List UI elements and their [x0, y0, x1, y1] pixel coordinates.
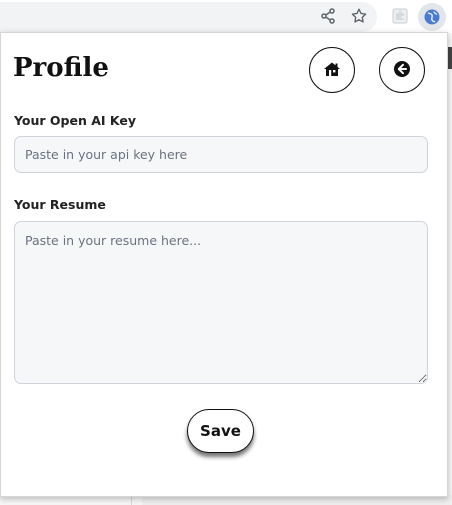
save-button[interactable]: Save	[187, 409, 254, 453]
page-title: Profile	[13, 53, 109, 83]
resume-textarea[interactable]	[14, 221, 428, 384]
globe-extension-icon[interactable]	[418, 3, 446, 31]
profile-popup: Profile Your Open AI Key Your Resume Sav…	[0, 32, 448, 497]
home-button[interactable]	[309, 47, 355, 93]
house-icon	[323, 61, 341, 80]
back-button[interactable]	[379, 47, 425, 93]
arrow-left-circle-icon	[393, 60, 411, 81]
api-key-input[interactable]	[14, 136, 428, 173]
puzzle-extension-icon[interactable]	[390, 6, 410, 26]
share-icon[interactable]	[318, 6, 338, 26]
browser-toolbar	[0, 0, 452, 33]
star-icon[interactable]	[349, 6, 369, 26]
resume-label: Your Resume	[14, 197, 106, 212]
api-key-label: Your Open AI Key	[14, 113, 136, 128]
